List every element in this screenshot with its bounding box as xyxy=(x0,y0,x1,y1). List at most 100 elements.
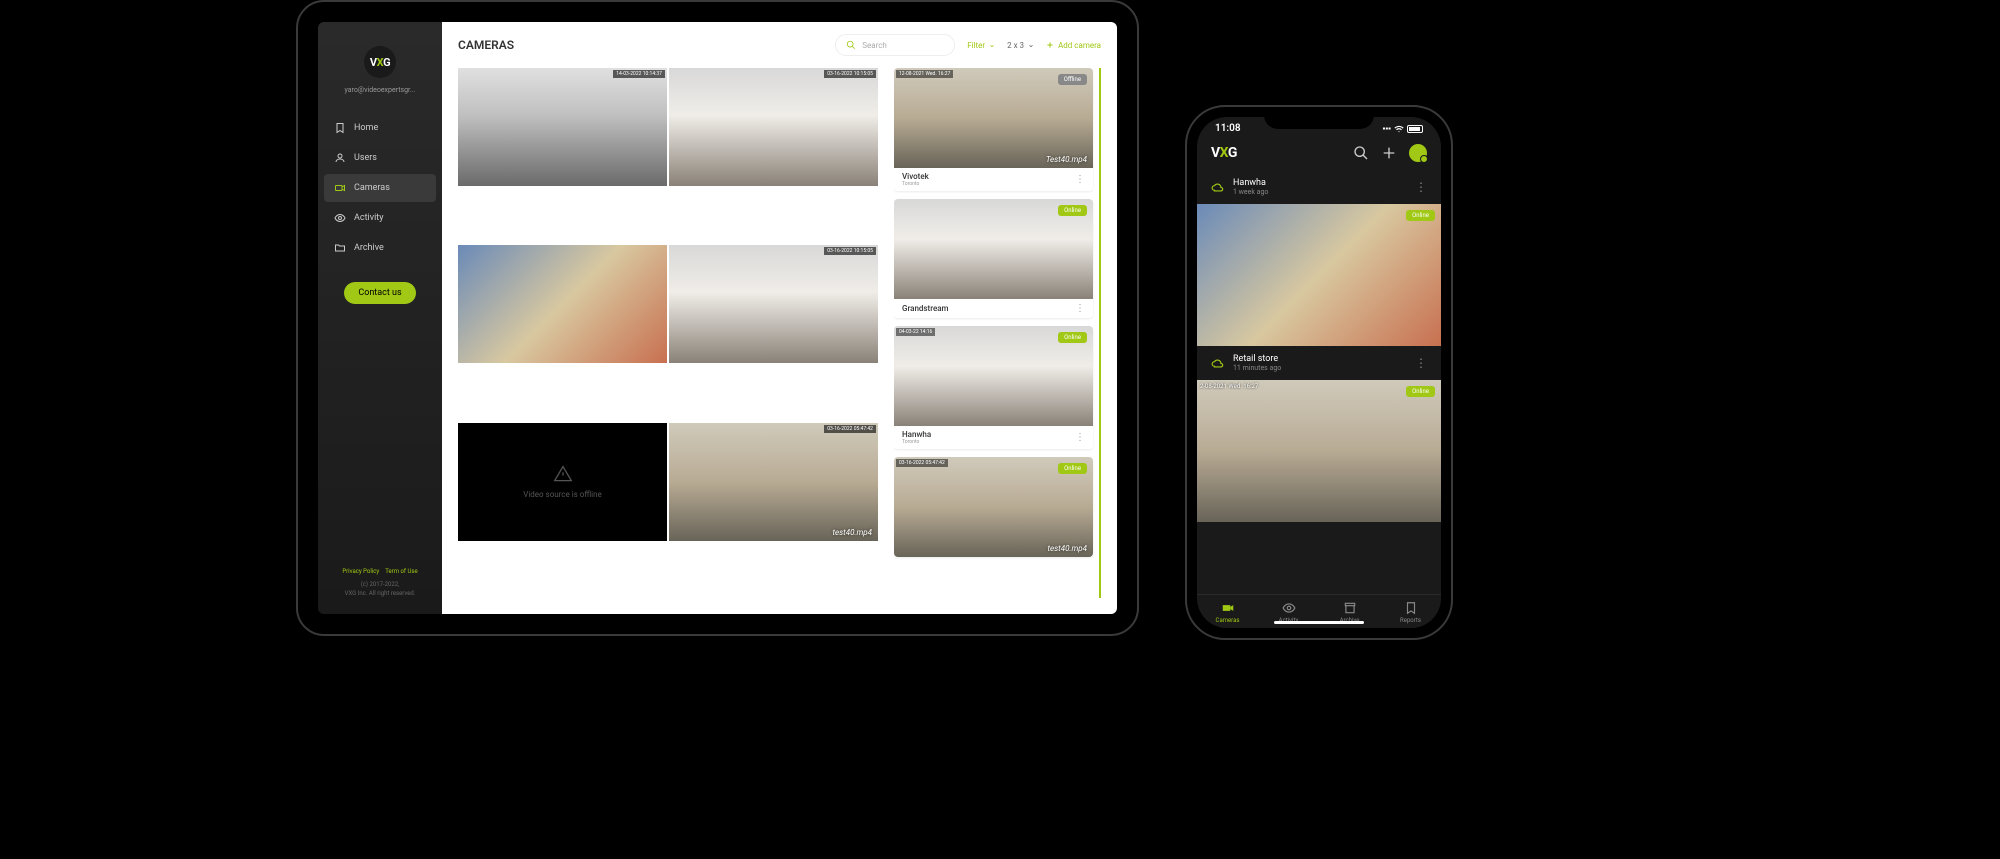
camera-card[interactable]: 12-08-2021 Wed. 16:27 Offline Test40.mp4… xyxy=(894,68,1093,191)
app-logo: VXG xyxy=(364,46,396,78)
search-icon[interactable] xyxy=(1353,145,1369,161)
camera-time: 11 minutes ago xyxy=(1233,364,1407,372)
status-badge: Offline xyxy=(1058,74,1087,85)
archive-icon xyxy=(1343,601,1357,615)
nav-label: Home xyxy=(354,123,378,133)
camera-location: Toronto xyxy=(902,439,931,445)
camera-name: Grandstream xyxy=(902,304,949,313)
wifi-icon xyxy=(1394,124,1404,134)
filter-button[interactable]: Filter xyxy=(967,41,995,50)
nav-label: Users xyxy=(354,153,377,163)
plus-icon xyxy=(1046,41,1054,49)
camera-tile[interactable] xyxy=(458,245,667,363)
camera-timestamp: 2-08-2021 Wed. 16:27 xyxy=(1200,383,1258,390)
card-thumbnail: Online xyxy=(894,199,1093,299)
battery-icon xyxy=(1407,125,1423,133)
topbar: CAMERAS Search Filter 2 x 3 Add camera xyxy=(442,22,1117,68)
status-badge: Online xyxy=(1058,332,1087,343)
camera-card[interactable]: 04-03-22 14:16 Online Hanwha Toronto ⋮ xyxy=(894,326,1093,449)
warning-icon xyxy=(553,464,573,484)
more-menu-icon[interactable]: ⋮ xyxy=(1075,174,1085,185)
nav-reports[interactable]: Reports xyxy=(1380,601,1441,624)
camera-name: Hanwha xyxy=(1233,178,1407,188)
status-badge: Online xyxy=(1058,205,1087,216)
main-content: CAMERAS Search Filter 2 x 3 Add camera xyxy=(442,22,1117,614)
phone-notch xyxy=(1264,109,1374,129)
user-avatar[interactable] xyxy=(1409,144,1427,162)
card-thumbnail: 12-08-2021 Wed. 16:27 Offline Test40.mp4 xyxy=(894,68,1093,168)
tile-timestamp: 14-03-2022 10:14:37 xyxy=(613,70,665,78)
tile-timestamp: 03-16-2022 10:15:05 xyxy=(824,70,876,78)
offline-text: Video source is offline xyxy=(523,490,602,499)
terms-link[interactable]: Term of Use xyxy=(385,568,417,575)
cloud-icon xyxy=(1211,356,1225,370)
camera-thumbnail[interactable]: Online xyxy=(1197,204,1441,346)
tablet-device: VXG yaro@videoexpertsgr... Home Users Ca… xyxy=(296,0,1139,636)
tile-timestamp: 03-16-2022 10:15:05 xyxy=(824,247,876,255)
status-time: 11:08 xyxy=(1215,123,1241,134)
user-icon xyxy=(334,152,346,164)
camera-location: Toronto xyxy=(902,181,929,187)
home-indicator xyxy=(1274,621,1364,624)
camera-tile[interactable]: 03-16-2022 10:15:05 xyxy=(669,68,878,186)
more-menu-icon[interactable]: ⋮ xyxy=(1415,180,1427,194)
signal-icon: ▪▪▪ xyxy=(1382,124,1391,133)
card-timestamp: 03-16-2022 05:47:42 xyxy=(896,459,948,467)
copyright: (c) 2017-2022, VXG Inc. All right reserv… xyxy=(326,581,434,598)
phone-camera-feed[interactable]: Hanwha 1 week ago ⋮ Online Retail store … xyxy=(1197,170,1441,594)
camera-tile-offline[interactable]: Video source is offline xyxy=(458,423,667,541)
page-title: CAMERAS xyxy=(458,38,514,52)
camera-name: Retail store xyxy=(1233,354,1407,364)
camera-time: 1 week ago xyxy=(1233,188,1407,196)
camera-thumbnail[interactable]: 2-08-2021 Wed. 16:27 Online xyxy=(1197,380,1441,522)
nav-home[interactable]: Home xyxy=(324,114,436,142)
more-menu-icon[interactable]: ⋮ xyxy=(1075,432,1085,443)
camera-card[interactable]: 03-16-2022 05:47:42 Online test40.mp4 xyxy=(894,457,1093,557)
nav-archive[interactable]: Archive xyxy=(324,234,436,262)
phone-header: VXG xyxy=(1197,136,1441,170)
add-camera-button[interactable]: Add camera xyxy=(1046,41,1101,50)
tile-label: test40.mp4 xyxy=(833,528,872,537)
nav-label: Cameras xyxy=(354,183,390,193)
nav-label: Activity xyxy=(354,213,383,223)
folder-icon xyxy=(334,242,346,254)
eye-icon xyxy=(334,212,346,224)
tile-timestamp: 03-16-2022 05:47:42 xyxy=(824,425,876,433)
contact-us-button[interactable]: Contact us xyxy=(344,282,415,304)
camera-icon xyxy=(1221,601,1235,615)
camera-name: Hanwha xyxy=(902,430,931,439)
phone-device: 11:08 ▪▪▪ VXG Hanwha xyxy=(1185,105,1453,640)
more-menu-icon[interactable]: ⋮ xyxy=(1075,303,1085,314)
camera-icon xyxy=(334,182,346,194)
more-menu-icon[interactable]: ⋮ xyxy=(1415,356,1427,370)
plus-icon[interactable] xyxy=(1381,145,1397,161)
nav-cameras[interactable]: Cameras xyxy=(1197,601,1258,624)
privacy-link[interactable]: Privacy Policy xyxy=(342,568,379,575)
camera-tile[interactable]: 03-16-2022 05:47:42 test40.mp4 xyxy=(669,423,878,541)
search-input[interactable]: Search xyxy=(835,34,955,56)
sidebar: VXG yaro@videoexpertsgr... Home Users Ca… xyxy=(318,22,442,614)
camera-name: Vivotek xyxy=(902,172,929,181)
cloud-icon xyxy=(1211,180,1225,194)
camera-card[interactable]: Online Grandstream ⋮ xyxy=(894,199,1093,318)
chevron-down-icon xyxy=(989,42,995,48)
report-icon xyxy=(1404,601,1418,615)
search-icon xyxy=(846,40,856,50)
card-thumbnail: 04-03-22 14:16 Online xyxy=(894,326,1093,426)
user-email: yaro@videoexpertsgr... xyxy=(318,86,442,94)
camera-list: 12-08-2021 Wed. 16:27 Offline Test40.mp4… xyxy=(894,68,1101,598)
camera-meta[interactable]: Hanwha 1 week ago ⋮ xyxy=(1197,170,1441,204)
camera-meta[interactable]: Retail store 11 minutes ago ⋮ xyxy=(1197,346,1441,380)
tablet-screen: VXG yaro@videoexpertsgr... Home Users Ca… xyxy=(318,22,1117,614)
camera-tile[interactable]: 14-03-2022 10:14:37 xyxy=(458,68,667,186)
nav-label: Cameras xyxy=(1216,617,1240,624)
camera-tile[interactable]: 03-16-2022 10:15:05 xyxy=(669,245,878,363)
nav-cameras[interactable]: Cameras xyxy=(324,174,436,202)
nav-activity[interactable]: Activity xyxy=(324,204,436,232)
grid-size-button[interactable]: 2 x 3 xyxy=(1007,41,1034,50)
status-badge: Online xyxy=(1058,463,1087,474)
phone-screen: 11:08 ▪▪▪ VXG Hanwha xyxy=(1197,117,1441,628)
nav-users[interactable]: Users xyxy=(324,144,436,172)
card-label: test40.mp4 xyxy=(1048,544,1087,553)
nav-label: Archive xyxy=(354,243,384,253)
